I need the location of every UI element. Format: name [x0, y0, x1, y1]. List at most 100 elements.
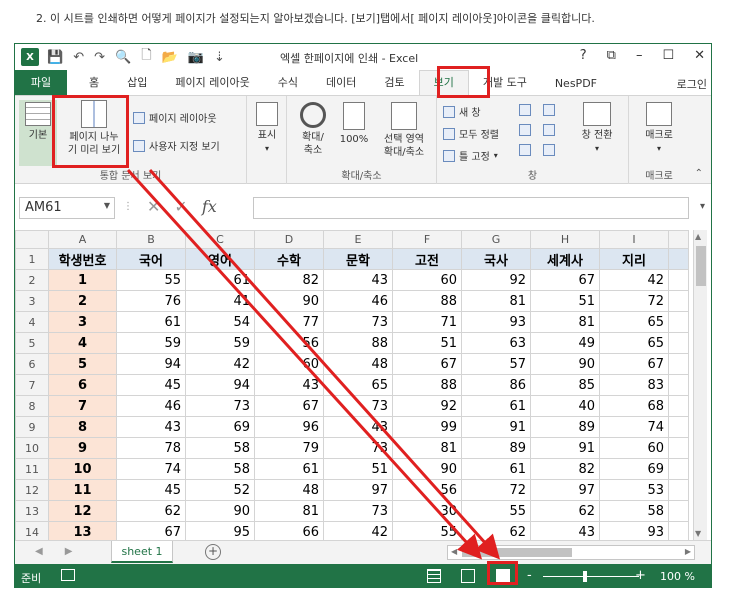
- score-cell[interactable]: 56: [392, 479, 462, 501]
- score-cell[interactable]: 73: [323, 311, 393, 333]
- score-cell[interactable]: 92: [461, 269, 531, 291]
- score-cell[interactable]: 60: [392, 269, 462, 291]
- scroll-down-icon[interactable]: ▼: [695, 529, 701, 538]
- freeze-panes-button[interactable]: 틀 고정 ▾: [443, 148, 498, 163]
- zoom-slider-thumb[interactable]: [583, 571, 587, 582]
- zoom-level[interactable]: 100 %: [660, 570, 695, 583]
- undo-icon[interactable]: ↶: [73, 50, 84, 65]
- expand-formula-bar-icon[interactable]: ▾: [700, 201, 705, 212]
- new-window-button[interactable]: 새 창: [443, 104, 481, 119]
- score-cell[interactable]: 90: [254, 290, 324, 312]
- page-break-preview-button[interactable]: 페이지 나누 기 미리 보기: [59, 100, 129, 157]
- score-cell[interactable]: 91: [530, 437, 600, 459]
- student-id-cell[interactable]: 7: [48, 395, 117, 417]
- tab-developer[interactable]: 개발 도구: [469, 70, 541, 95]
- maximize-button[interactable]: ☐: [662, 48, 674, 63]
- score-cell[interactable]: 60: [254, 353, 324, 375]
- normal-view-button[interactable]: 기본: [19, 100, 57, 166]
- score-cell[interactable]: 48: [323, 353, 393, 375]
- enter-icon[interactable]: ✓: [174, 197, 187, 216]
- header-cell-partial[interactable]: [668, 248, 689, 270]
- scroll-right-icon[interactable]: ▶: [685, 547, 691, 556]
- zoom-to-selection-button[interactable]: 선택 영역 확대/축소: [375, 102, 433, 159]
- header-cell[interactable]: 지리: [599, 248, 669, 270]
- student-id-cell[interactable]: 8: [48, 416, 117, 438]
- page-layout-status-icon[interactable]: [461, 569, 475, 583]
- cell-partial[interactable]: [668, 500, 689, 522]
- score-cell[interactable]: 69: [185, 416, 255, 438]
- score-cell[interactable]: 82: [530, 458, 600, 480]
- score-cell[interactable]: 74: [116, 458, 186, 480]
- print-preview-icon[interactable]: 🔍: [115, 50, 131, 65]
- row-header[interactable]: 6: [15, 353, 49, 375]
- open-file-icon[interactable]: 📂: [162, 50, 178, 65]
- zoom-100-button[interactable]: 100%: [337, 102, 371, 146]
- tab-insert[interactable]: 삽입: [113, 70, 161, 95]
- tab-review[interactable]: 검토: [370, 70, 418, 95]
- score-cell[interactable]: 83: [599, 374, 669, 396]
- header-cell[interactable]: 학생번호: [48, 248, 117, 270]
- score-cell[interactable]: 89: [461, 437, 531, 459]
- column-header[interactable]: E: [323, 230, 393, 249]
- score-cell[interactable]: 57: [461, 353, 531, 375]
- row-header[interactable]: 1: [15, 248, 49, 270]
- score-cell[interactable]: 60: [599, 437, 669, 459]
- tab-home[interactable]: 홈: [75, 70, 113, 95]
- score-cell[interactable]: 46: [323, 290, 393, 312]
- cell-partial[interactable]: [668, 458, 689, 480]
- student-id-cell[interactable]: 9: [48, 437, 117, 459]
- tab-formulas[interactable]: 수식: [264, 70, 312, 95]
- hide-icon[interactable]: [519, 124, 531, 136]
- cell-partial[interactable]: [668, 437, 689, 459]
- row-header[interactable]: 10: [15, 437, 49, 459]
- score-cell[interactable]: 71: [392, 311, 462, 333]
- column-header[interactable]: C: [185, 230, 255, 249]
- student-id-cell[interactable]: 11: [48, 479, 117, 501]
- score-cell[interactable]: 65: [599, 332, 669, 354]
- score-cell[interactable]: 59: [185, 332, 255, 354]
- score-cell[interactable]: 73: [323, 395, 393, 417]
- score-cell[interactable]: 88: [323, 332, 393, 354]
- camera-icon[interactable]: 📷: [188, 50, 204, 65]
- new-file-icon[interactable]: 🗋: [141, 46, 151, 68]
- score-cell[interactable]: 63: [461, 332, 531, 354]
- header-cell[interactable]: 문학: [323, 248, 393, 270]
- score-cell[interactable]: 61: [461, 458, 531, 480]
- tab-nespdf[interactable]: NesPDF: [541, 70, 611, 95]
- customize-qat-icon[interactable]: ⇣: [214, 50, 225, 65]
- score-cell[interactable]: 88: [392, 374, 462, 396]
- minimize-button[interactable]: –: [636, 48, 643, 63]
- redo-icon[interactable]: ↷: [94, 50, 105, 65]
- horizontal-scroll-thumb[interactable]: [462, 548, 572, 557]
- arrange-all-button[interactable]: 모두 정렬: [443, 126, 499, 141]
- student-id-cell[interactable]: 4: [48, 332, 117, 354]
- score-cell[interactable]: 94: [185, 374, 255, 396]
- score-cell[interactable]: 72: [599, 290, 669, 312]
- score-cell[interactable]: 99: [392, 416, 462, 438]
- score-cell[interactable]: 74: [599, 416, 669, 438]
- row-header[interactable]: 7: [15, 374, 49, 396]
- score-cell[interactable]: 65: [323, 374, 393, 396]
- save-icon[interactable]: 💾: [47, 50, 63, 65]
- score-cell[interactable]: 55: [116, 269, 186, 291]
- sheet-tab-sheet1[interactable]: sheet 1: [111, 541, 173, 563]
- login-link[interactable]: 로그인: [677, 76, 707, 92]
- score-cell[interactable]: 73: [323, 437, 393, 459]
- cell-partial[interactable]: [668, 269, 689, 291]
- page-break-preview-status-icon[interactable]: [496, 569, 510, 583]
- cell-partial[interactable]: [668, 290, 689, 312]
- score-cell[interactable]: 96: [254, 416, 324, 438]
- column-header[interactable]: H: [530, 230, 600, 249]
- score-cell[interactable]: 67: [530, 269, 600, 291]
- switch-windows-button[interactable]: 창 전환 ▾: [573, 102, 621, 155]
- score-cell[interactable]: 81: [461, 290, 531, 312]
- header-cell[interactable]: 국사: [461, 248, 531, 270]
- ribbon-display-options-button[interactable]: ⧉: [607, 48, 616, 63]
- score-cell[interactable]: 81: [254, 500, 324, 522]
- close-button[interactable]: ✕: [694, 48, 705, 63]
- score-cell[interactable]: 77: [254, 311, 324, 333]
- row-header[interactable]: 2: [15, 269, 49, 291]
- scroll-up-icon[interactable]: ▲: [695, 232, 701, 241]
- tab-page-layout[interactable]: 페이지 레이아웃: [161, 70, 263, 95]
- help-button[interactable]: ?: [580, 48, 587, 63]
